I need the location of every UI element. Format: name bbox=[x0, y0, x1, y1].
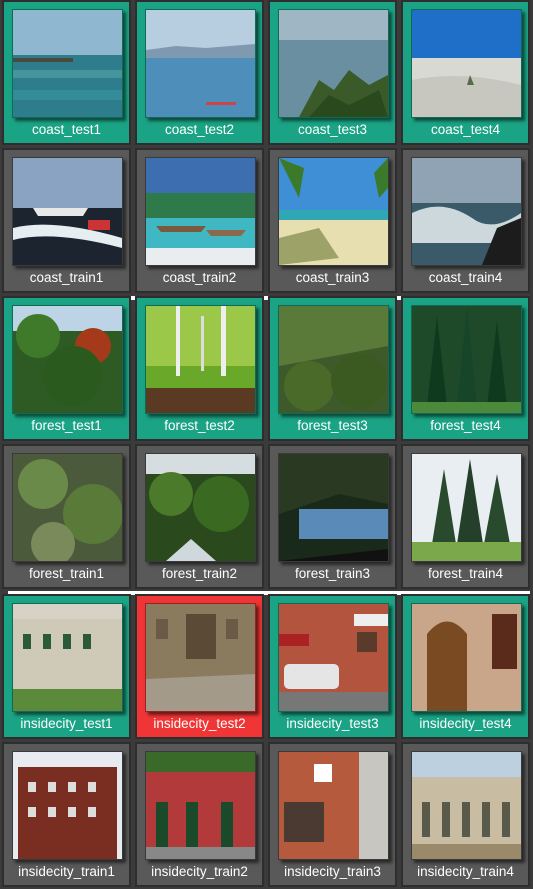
forest-photo-icon bbox=[145, 305, 256, 414]
tile-insidecity-train1[interactable]: insidecity_train1 bbox=[2, 742, 131, 887]
tile-coast-train2[interactable]: coast_train2 bbox=[135, 148, 264, 293]
tile-coast-test1[interactable]: coast_test1 bbox=[2, 0, 131, 145]
forest-photo-icon bbox=[145, 453, 256, 562]
row-insidecity-test: insidecity_test1 insidecity_test2 inside… bbox=[0, 594, 533, 739]
forest-photo-icon bbox=[12, 305, 123, 414]
tile-label: insidecity_train4 bbox=[417, 864, 514, 879]
tile-label: coast_test3 bbox=[297, 122, 368, 137]
tile-label: forest_test4 bbox=[430, 418, 501, 433]
tile-forest-train2[interactable]: forest_train2 bbox=[135, 444, 264, 589]
tile-label: coast_train3 bbox=[295, 270, 370, 285]
coast-photo-icon bbox=[278, 9, 389, 118]
tile-insidecity-train2[interactable]: insidecity_train2 bbox=[135, 742, 264, 887]
tile-label: coast_test1 bbox=[31, 122, 102, 137]
image-grid: coast_test1 coast_test2 coast_test3 coas… bbox=[0, 0, 533, 889]
tile-insidecity-test2[interactable]: insidecity_test2 bbox=[135, 594, 264, 739]
tile-forest-test3[interactable]: forest_test3 bbox=[268, 296, 397, 441]
city-photo-icon bbox=[12, 751, 123, 860]
row-coast-train: coast_train1 coast_train2 coast_train3 c… bbox=[0, 148, 533, 293]
row-forest-train: forest_train1 forest_train2 forest_train… bbox=[0, 444, 533, 589]
row-forest-test: forest_test1 forest_test2 forest_test3 f… bbox=[0, 296, 533, 441]
tile-forest-test1[interactable]: forest_test1 bbox=[2, 296, 131, 441]
tile-coast-test2[interactable]: coast_test2 bbox=[135, 0, 264, 145]
tile-label: coast_train1 bbox=[29, 270, 104, 285]
tile-coast-train3[interactable]: coast_train3 bbox=[268, 148, 397, 293]
city-photo-icon bbox=[145, 751, 256, 860]
row-insidecity-train: insidecity_train1 insidecity_train2 insi… bbox=[0, 742, 533, 887]
coast-photo-icon bbox=[12, 9, 123, 118]
tile-coast-train1[interactable]: coast_train1 bbox=[2, 148, 131, 293]
coast-photo-icon bbox=[411, 9, 522, 118]
tile-forest-test4[interactable]: forest_test4 bbox=[401, 296, 530, 441]
coast-photo-icon bbox=[411, 157, 522, 266]
city-photo-icon bbox=[12, 603, 123, 712]
tile-label: insidecity_test3 bbox=[286, 716, 379, 731]
tile-label: forest_train3 bbox=[294, 566, 371, 581]
coast-photo-icon bbox=[12, 157, 123, 266]
tile-forest-train1[interactable]: forest_train1 bbox=[2, 444, 131, 589]
city-photo-icon bbox=[278, 751, 389, 860]
tile-label: forest_train4 bbox=[427, 566, 504, 581]
tile-label: coast_test2 bbox=[164, 122, 235, 137]
tile-label: forest_test3 bbox=[297, 418, 368, 433]
tile-coast-train4[interactable]: coast_train4 bbox=[401, 148, 530, 293]
forest-photo-icon bbox=[411, 453, 522, 562]
tile-insidecity-test4[interactable]: insidecity_test4 bbox=[401, 594, 530, 739]
city-photo-icon bbox=[411, 603, 522, 712]
tile-label: insidecity_train1 bbox=[18, 864, 115, 879]
coast-photo-icon bbox=[278, 157, 389, 266]
tile-label: forest_test2 bbox=[164, 418, 235, 433]
forest-photo-icon bbox=[278, 305, 389, 414]
row-coast-test: coast_test1 coast_test2 coast_test3 coas… bbox=[0, 0, 533, 145]
tile-label: coast_test4 bbox=[430, 122, 501, 137]
tile-label: insidecity_test1 bbox=[20, 716, 113, 731]
tile-label: coast_train2 bbox=[162, 270, 237, 285]
tile-label: insidecity_test2 bbox=[153, 716, 246, 731]
forest-photo-icon bbox=[12, 453, 123, 562]
city-photo-icon bbox=[278, 603, 389, 712]
tile-forest-train4[interactable]: forest_train4 bbox=[401, 444, 530, 589]
tile-label: forest_train1 bbox=[28, 566, 105, 581]
tile-label: forest_test1 bbox=[31, 418, 102, 433]
forest-photo-icon bbox=[278, 453, 389, 562]
tile-label: insidecity_train2 bbox=[151, 864, 248, 879]
tile-label: forest_train2 bbox=[161, 566, 238, 581]
tile-label: coast_train4 bbox=[428, 270, 503, 285]
forest-photo-icon bbox=[411, 305, 522, 414]
city-photo-icon bbox=[145, 603, 256, 712]
tile-insidecity-train4[interactable]: insidecity_train4 bbox=[401, 742, 530, 887]
tile-forest-train3[interactable]: forest_train3 bbox=[268, 444, 397, 589]
tile-label: insidecity_test4 bbox=[419, 716, 512, 731]
tile-insidecity-test1[interactable]: insidecity_test1 bbox=[2, 594, 131, 739]
tile-coast-test3[interactable]: coast_test3 bbox=[268, 0, 397, 145]
tile-coast-test4[interactable]: coast_test4 bbox=[401, 0, 530, 145]
coast-photo-icon bbox=[145, 9, 256, 118]
tile-insidecity-test3[interactable]: insidecity_test3 bbox=[268, 594, 397, 739]
tile-label: insidecity_train3 bbox=[284, 864, 381, 879]
coast-photo-icon bbox=[145, 157, 256, 266]
tile-forest-test2[interactable]: forest_test2 bbox=[135, 296, 264, 441]
tile-insidecity-train3[interactable]: insidecity_train3 bbox=[268, 742, 397, 887]
city-photo-icon bbox=[411, 751, 522, 860]
